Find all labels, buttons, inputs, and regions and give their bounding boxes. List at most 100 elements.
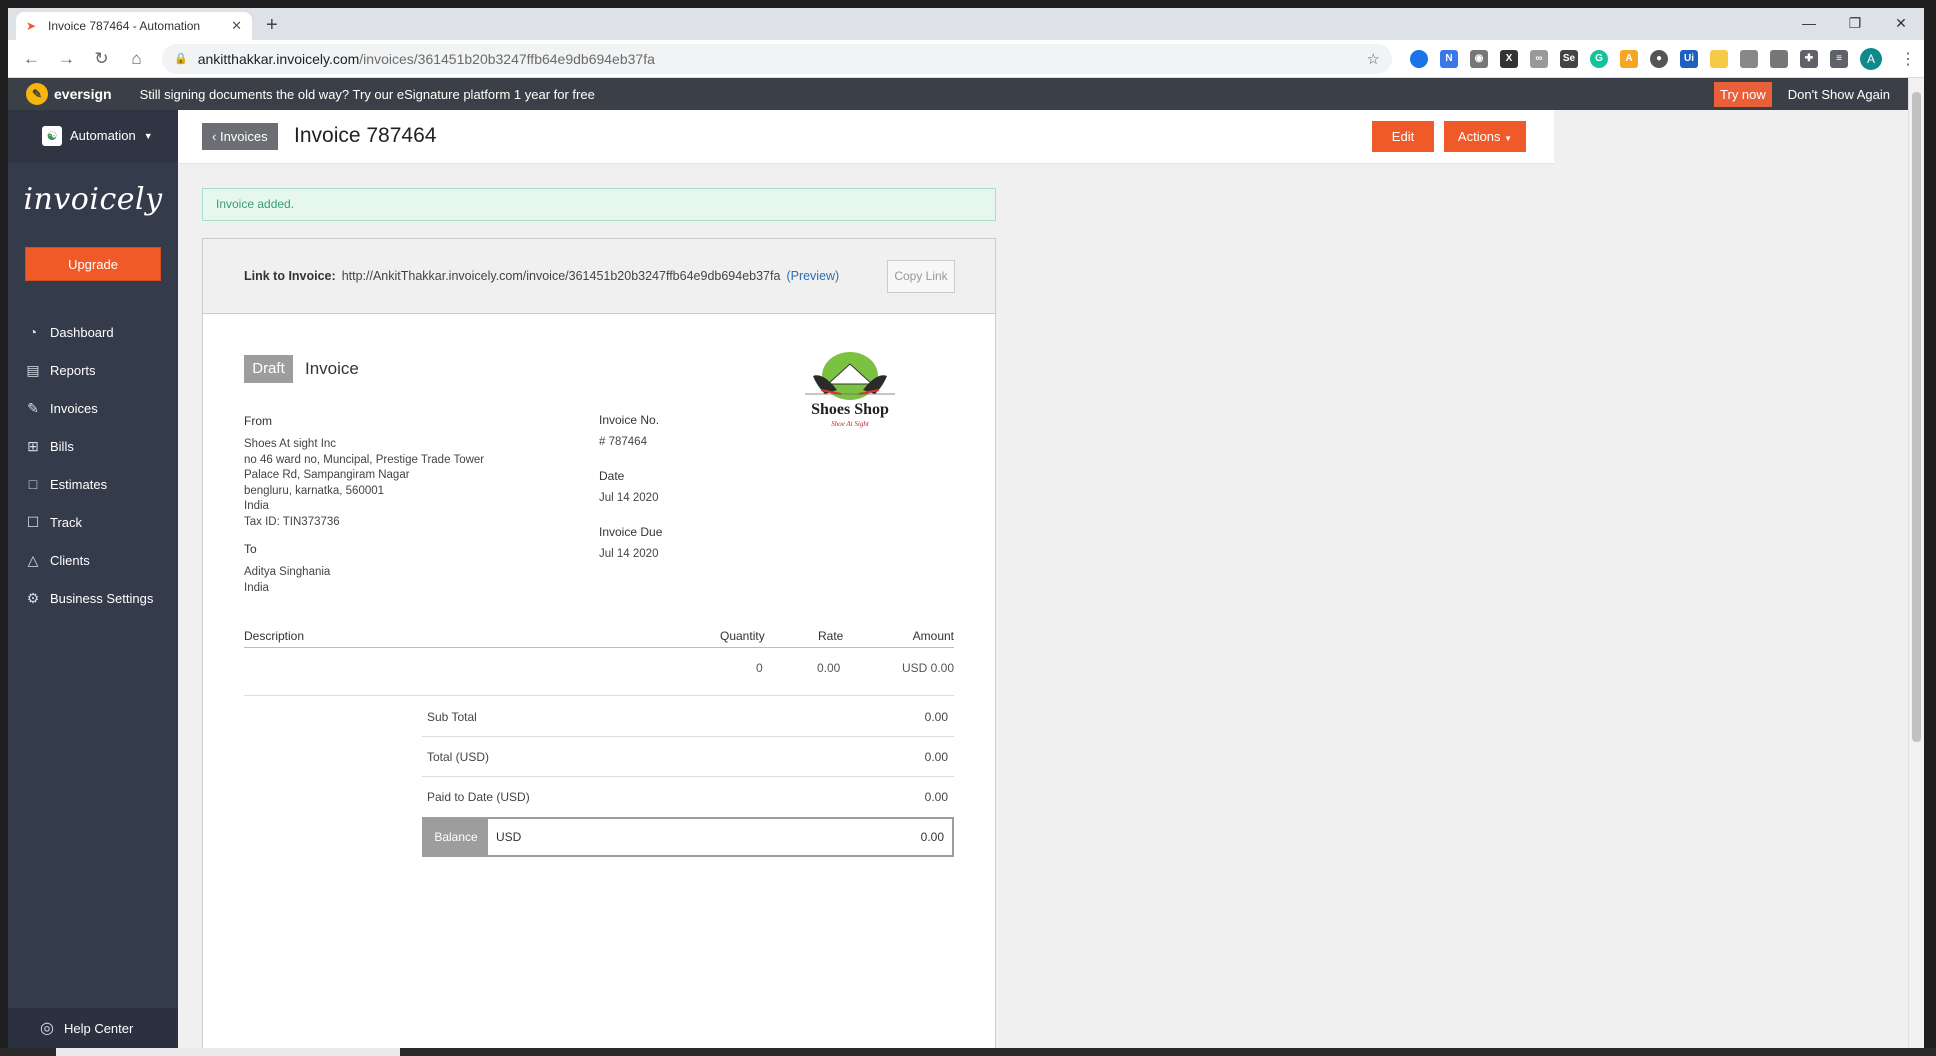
screen: ➤ Invoice 787464 - Automation ✕ + — ❐ ✕ …: [0, 0, 1936, 1056]
from-line: Tax ID: TIN373736: [244, 515, 340, 528]
help-center-link[interactable]: ◎ Help Center: [8, 1008, 178, 1048]
edit-button[interactable]: Edit: [1372, 121, 1434, 152]
bookmark-star-icon[interactable]: ☆: [1367, 50, 1380, 68]
lock-icon: 🔒: [174, 53, 188, 65]
sidebar-item-dashboard[interactable]: ◔ Dashboard: [8, 313, 178, 351]
grammarly-icon[interactable]: G: [1590, 49, 1608, 68]
copy-link-button[interactable]: Copy Link: [887, 259, 955, 293]
reload-icon[interactable]: ↻: [86, 43, 117, 75]
chevron-left-icon: ‹: [212, 129, 220, 144]
image-extension-icon[interactable]: [1770, 49, 1788, 68]
row-amount: USD 0.00: [901, 661, 954, 675]
back-to-invoices-button[interactable]: ‹ Invoices: [202, 123, 278, 150]
eversign-brand: eversign: [54, 86, 112, 102]
shoes-shop-logo: Shoes Shop Shoe At Sight: [805, 352, 895, 428]
scrollbar-thumb[interactable]: [1912, 92, 1921, 742]
close-window-icon[interactable]: ✕: [1878, 8, 1924, 40]
to-address: Aditya Singhania India: [244, 565, 330, 596]
new-tab-icon[interactable]: +: [266, 15, 278, 35]
caret-down-icon: ▼: [1504, 134, 1513, 143]
account-switcher[interactable]: ☯ Automation ▼: [8, 110, 178, 162]
invoice-number-label: Invoice No.: [599, 413, 660, 427]
taskbar-search[interactable]: [56, 1048, 400, 1056]
link-extension-icon[interactable]: ∞: [1530, 49, 1548, 68]
invoice-date: Jul 14 2020: [599, 492, 659, 504]
tab-title: Invoice 787464 - Automation: [48, 19, 201, 33]
reading-list-icon[interactable]: ≡: [1830, 49, 1848, 68]
screenshot-extension-icon[interactable]: [1740, 49, 1758, 68]
from-line: Palace Rd, Sampangiram Nagar: [244, 469, 410, 481]
back-icon[interactable]: ←: [16, 43, 47, 75]
to-line: Aditya Singhania: [244, 566, 331, 578]
table-divider: [244, 695, 954, 696]
invoice-link-url[interactable]: http://AnkitThakkar.invoicely.com/invoic…: [342, 269, 781, 283]
paid-row: Paid to Date (USD) 0.00: [422, 777, 954, 817]
preview-link[interactable]: (Preview): [786, 269, 887, 283]
extension-new-icon[interactable]: N: [1440, 49, 1458, 68]
from-line: no 46 ward no, Muncipal, Prestige Trade …: [244, 453, 485, 466]
camera-extension-icon[interactable]: ◉: [1470, 49, 1488, 68]
account-logo-icon: ☯: [42, 125, 62, 146]
upgrade-button[interactable]: Upgrade: [25, 247, 161, 281]
balance-row: Balance USD 0.00: [422, 817, 954, 857]
close-tab-icon[interactable]: ✕: [231, 18, 242, 34]
puzzle-extensions-icon[interactable]: ✚: [1800, 49, 1818, 68]
svg-text:Shoe At Sight: Shoe At Sight: [831, 420, 870, 428]
page-scrollbar[interactable]: [1908, 78, 1924, 1048]
from-line: India: [244, 500, 269, 512]
total-value: 0.00: [924, 750, 948, 764]
extension-circle-icon[interactable]: [1410, 49, 1428, 68]
actions-label: Actions: [1457, 129, 1501, 144]
actions-dropdown-button[interactable]: Actions ▼: [1444, 121, 1526, 152]
dont-show-again-link[interactable]: Don't Show Again: [1788, 87, 1890, 102]
profile-avatar[interactable]: A: [1860, 47, 1882, 70]
invoices-icon: ✎: [27, 399, 39, 416]
restore-icon[interactable]: ❐: [1832, 8, 1878, 40]
from-line: bengluru, karnatka, 560001: [244, 484, 385, 497]
github-extension-icon[interactable]: ●: [1650, 49, 1668, 68]
sidebar-item-invoices[interactable]: ✎ Invoices: [8, 389, 178, 427]
minimize-icon[interactable]: —: [1786, 8, 1832, 40]
paid-label: Paid to Date (USD): [427, 790, 530, 804]
sidebar-item-reports[interactable]: ▤ Reports: [8, 351, 178, 389]
sidebar-item-track[interactable]: ☐ Track: [8, 503, 178, 541]
invoice-link-box: Link to Invoice: http://AnkitThakkar.inv…: [202, 238, 996, 314]
row-quantity: 0: [756, 661, 763, 675]
sidebar-item-label: Track: [50, 514, 83, 530]
eversign-logo[interactable]: ✎ eversign: [26, 83, 112, 105]
forward-icon[interactable]: →: [51, 43, 82, 75]
page-header: ‹ Invoices Invoice 787464 Edit Actions ▼: [178, 110, 1554, 164]
sidebar-item-estimates[interactable]: □ Estimates: [8, 465, 178, 503]
uipath-extension-icon[interactable]: Ui: [1680, 49, 1698, 68]
svg-text:Shoes Shop: Shoes Shop: [811, 401, 889, 418]
sidebar-item-label: Invoices: [50, 400, 98, 416]
address-bar[interactable]: 🔒 ankitthakkar.invoicely.com/invoices/36…: [162, 43, 1392, 74]
notes-extension-icon[interactable]: [1710, 49, 1728, 68]
sidebar-item-clients[interactable]: △ Clients: [8, 541, 178, 579]
invoice-number: # 787464: [599, 436, 647, 448]
selenium-extension-icon[interactable]: Se: [1560, 49, 1578, 68]
try-now-button[interactable]: Try now: [1714, 81, 1772, 107]
document-type: Invoice: [305, 359, 359, 378]
invoicely-logo[interactable]: invoicely: [8, 182, 178, 217]
browser-tab[interactable]: ➤ Invoice 787464 - Automation ✕: [16, 12, 252, 40]
a-extension-icon[interactable]: A: [1620, 49, 1638, 68]
reports-icon: ▤: [26, 361, 40, 378]
x-extension-icon[interactable]: X: [1500, 49, 1518, 68]
table-row: 0 0.00 USD 0.00: [244, 658, 954, 688]
sidebar-item-label: Bills: [50, 438, 74, 454]
from-label: From: [244, 414, 272, 428]
column-quantity: Quantity: [720, 629, 765, 643]
content: Invoice added. Link to Invoice: http://A…: [178, 164, 1554, 1048]
menu-kebab-icon[interactable]: ⋮: [1900, 49, 1916, 69]
home-icon[interactable]: ⌂: [121, 43, 152, 75]
window-controls: — ❐ ✕: [1786, 8, 1924, 40]
sidebar-item-bills[interactable]: ⊞ Bills: [8, 427, 178, 465]
success-alert: Invoice added.: [202, 188, 996, 221]
page-title: Invoice 787464: [294, 124, 437, 147]
sidebar-item-label: Reports: [50, 362, 96, 378]
sidebar-item-business-settings[interactable]: ⚙ Business Settings: [8, 579, 178, 617]
url-text: ankitthakkar.invoicely.com/invoices/3614…: [197, 50, 655, 67]
column-rate: Rate: [818, 629, 844, 643]
bills-icon: ⊞: [27, 437, 39, 454]
